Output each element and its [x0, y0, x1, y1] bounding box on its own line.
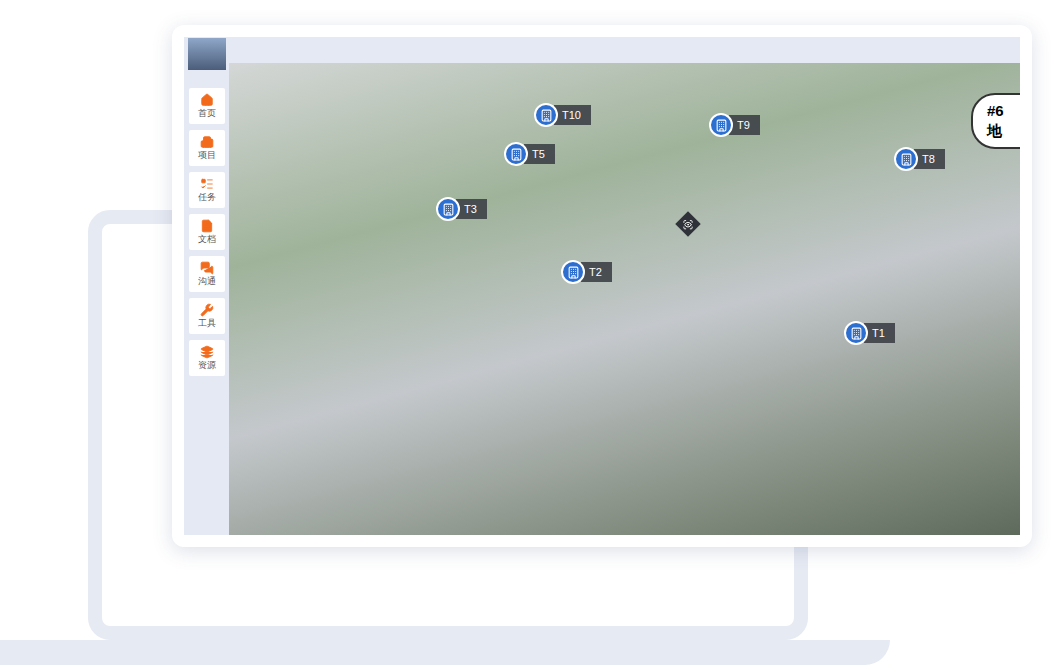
logo-thumbnail[interactable]: [188, 38, 226, 70]
home-icon: [200, 93, 214, 107]
plot-callout[interactable]: #6地: [971, 93, 1020, 149]
main-area: T10 T9 T5 T8 T3 T2 T1 #6地: [229, 37, 1020, 535]
marker-label: T9: [729, 115, 760, 135]
building-marker[interactable]: T5: [504, 142, 555, 166]
camera-icon[interactable]: [675, 211, 700, 236]
sidebar: 首页项目任务文档沟通工具资源: [184, 37, 229, 535]
sidebar-item[interactable]: 资源: [189, 340, 225, 376]
building-marker[interactable]: T8: [894, 147, 945, 171]
building-icon: [844, 321, 868, 345]
project-icon: [200, 135, 214, 149]
building-marker[interactable]: T3: [436, 197, 487, 221]
building-marker[interactable]: T1: [844, 321, 895, 345]
building-marker[interactable]: T9: [709, 113, 760, 137]
marker-label: T5: [524, 144, 555, 164]
building-icon: [894, 147, 918, 171]
building-marker[interactable]: T10: [534, 103, 591, 127]
laptop-base: [0, 640, 890, 665]
building-icon: [436, 197, 460, 221]
sidebar-item[interactable]: 项目: [189, 130, 225, 166]
callout-line: #6: [987, 101, 1020, 121]
building-icon: [504, 142, 528, 166]
resource-icon: [200, 345, 214, 359]
building-marker[interactable]: T2: [561, 260, 612, 284]
scene-view[interactable]: T10 T9 T5 T8 T3 T2 T1 #6地: [229, 63, 1020, 535]
app-window: 首页项目任务文档沟通工具资源 T10 T9 T5 T8 T3 T2 T1 #6地: [172, 25, 1032, 547]
marker-label: T8: [914, 149, 945, 169]
sidebar-item[interactable]: 工具: [189, 298, 225, 334]
tool-icon: [200, 303, 214, 317]
building-icon: [561, 260, 585, 284]
document-icon: [200, 219, 214, 233]
marker-label: T2: [581, 262, 612, 282]
marker-label: T10: [554, 105, 591, 125]
callout-line: 地: [987, 121, 1020, 141]
top-bar: [229, 37, 1020, 63]
sidebar-item[interactable]: 沟通: [189, 256, 225, 292]
chat-icon: [200, 261, 214, 275]
marker-label: T3: [456, 199, 487, 219]
building-icon: [534, 103, 558, 127]
page: 首页项目任务文档沟通工具资源 T10 T9 T5 T8 T3 T2 T1 #6地: [0, 0, 1052, 665]
sidebar-item[interactable]: 首页: [189, 88, 225, 124]
sidebar-item[interactable]: 文档: [189, 214, 225, 250]
sidebar-item[interactable]: 任务: [189, 172, 225, 208]
building-icon: [709, 113, 733, 137]
marker-label: T1: [864, 323, 895, 343]
task-icon: [200, 177, 214, 191]
